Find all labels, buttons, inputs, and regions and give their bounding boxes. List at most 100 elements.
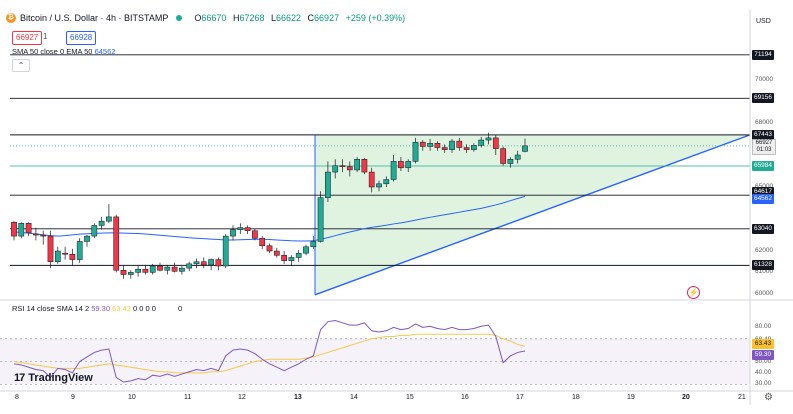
candle-body bbox=[522, 145, 528, 152]
chart-canvas[interactable] bbox=[0, 0, 793, 414]
candle-body bbox=[310, 241, 317, 248]
rsi-value: 59.30 bbox=[91, 304, 110, 313]
candle-body bbox=[507, 159, 514, 164]
candle-body bbox=[456, 140, 463, 148]
rsi-legend[interactable]: RSI 14 close SMA 14 2 59.30 63.43 0 0 0 … bbox=[12, 304, 182, 313]
candle-body bbox=[332, 165, 339, 173]
candle-body bbox=[179, 267, 185, 272]
settings-gear-icon[interactable]: ⚙ bbox=[764, 392, 773, 403]
currency-label[interactable]: USD bbox=[756, 18, 771, 25]
candle-body bbox=[91, 225, 98, 237]
candle-body bbox=[281, 255, 287, 261]
candle-body bbox=[390, 161, 397, 180]
price-tag-t65984: 65984 bbox=[752, 161, 774, 171]
time-tick-label: 11 bbox=[184, 394, 192, 401]
candle-body bbox=[514, 154, 521, 160]
candle-body bbox=[405, 161, 412, 169]
price-pane bbox=[10, 54, 751, 296]
candle-body bbox=[193, 261, 200, 265]
candle-body bbox=[346, 166, 353, 171]
price-tag-t61328: 61328 bbox=[752, 260, 774, 271]
candle-body bbox=[157, 265, 163, 271]
rsi-label: RSI 14 close SMA 14 2 bbox=[12, 304, 90, 313]
candle-body bbox=[164, 266, 171, 271]
candle-body bbox=[186, 263, 193, 269]
time-tick-label: 9 bbox=[71, 394, 75, 401]
candle-body bbox=[149, 265, 156, 273]
time-tick-label: 20 bbox=[682, 394, 690, 401]
candle-body bbox=[18, 223, 25, 237]
candle-body bbox=[463, 147, 470, 150]
rsi-tag-rsi_tag: 59.30 bbox=[752, 349, 774, 360]
candle-body bbox=[62, 252, 68, 255]
price-tick-label: 62000 bbox=[755, 247, 774, 255]
price-tick-label: 68000 bbox=[755, 118, 774, 126]
tradingview-mark-icon: 17 bbox=[14, 372, 25, 384]
candle-body bbox=[69, 253, 76, 260]
time-tick-label: 16 bbox=[461, 394, 469, 401]
time-tick-label: 21 bbox=[738, 394, 746, 401]
price-tag-t64562: 64562 bbox=[752, 194, 774, 205]
candle-body bbox=[317, 197, 324, 242]
time-tick-label: 10 bbox=[128, 394, 136, 401]
candle-body bbox=[471, 145, 477, 150]
candle-body bbox=[303, 246, 309, 254]
candle-body bbox=[54, 250, 61, 262]
candle-body bbox=[295, 252, 302, 258]
time-tick-label: 8 bbox=[15, 394, 19, 401]
candle-body bbox=[449, 140, 455, 150]
price-tag-t63040: 63040 bbox=[752, 223, 774, 234]
candle-body bbox=[339, 165, 346, 167]
candle-body bbox=[113, 216, 120, 271]
candle-body bbox=[135, 268, 141, 273]
candle-body bbox=[237, 227, 244, 230]
price-tick-label: 60000 bbox=[755, 289, 774, 297]
candle-body bbox=[76, 241, 83, 260]
candle-body bbox=[383, 179, 390, 185]
candle-body bbox=[47, 235, 54, 262]
rsi-tag-sma_tag: 63.43 bbox=[752, 339, 774, 350]
time-tick-label: 15 bbox=[406, 394, 414, 401]
time-tick-label: 14 bbox=[350, 394, 358, 401]
candle-body bbox=[33, 233, 39, 236]
candle-body bbox=[222, 235, 229, 267]
candle-body bbox=[500, 148, 506, 164]
time-tick-label: 13 bbox=[294, 394, 302, 401]
rsi-tick-label: 40.00 bbox=[755, 368, 772, 376]
price-tick-label: 70000 bbox=[755, 76, 774, 84]
candle-body bbox=[398, 161, 404, 169]
rsi-pane bbox=[0, 320, 750, 385]
candle-body bbox=[40, 234, 47, 237]
flash-icon[interactable]: ⚡ bbox=[687, 286, 700, 299]
candle-body bbox=[325, 171, 331, 198]
rsi-sma-value: 63.43 bbox=[112, 304, 131, 313]
candle-body bbox=[244, 227, 251, 232]
candle-body bbox=[200, 261, 207, 266]
candle-body bbox=[376, 183, 382, 188]
candle-body bbox=[368, 171, 375, 188]
candle-body bbox=[84, 235, 90, 242]
candle-body bbox=[259, 237, 266, 246]
rsi-tick-label: 30.00 bbox=[755, 380, 772, 388]
price-tag-t69156: 69156 bbox=[752, 93, 774, 104]
candle-body bbox=[492, 137, 499, 149]
candle-body bbox=[354, 159, 360, 171]
rsi-extra-value: 0 bbox=[178, 304, 183, 313]
candle-body bbox=[441, 147, 448, 150]
candle-body bbox=[361, 159, 368, 173]
tradingview-name: TradingView bbox=[28, 372, 93, 384]
candle-body bbox=[171, 266, 178, 272]
candle-body bbox=[288, 257, 295, 261]
candle-body bbox=[127, 272, 134, 275]
candle-body bbox=[266, 245, 273, 252]
candle-body bbox=[98, 220, 105, 226]
candle-body bbox=[273, 250, 280, 256]
time-tick-label: 12 bbox=[238, 394, 246, 401]
candle-body bbox=[106, 216, 112, 222]
price-tag-t71194: 71194 bbox=[752, 49, 774, 60]
tradingview-logo[interactable]: 17 TradingView bbox=[14, 372, 93, 384]
candle-body bbox=[11, 221, 17, 237]
time-tick-label: 17 bbox=[516, 394, 524, 401]
candle-body bbox=[252, 230, 258, 239]
candle-body bbox=[485, 137, 492, 141]
